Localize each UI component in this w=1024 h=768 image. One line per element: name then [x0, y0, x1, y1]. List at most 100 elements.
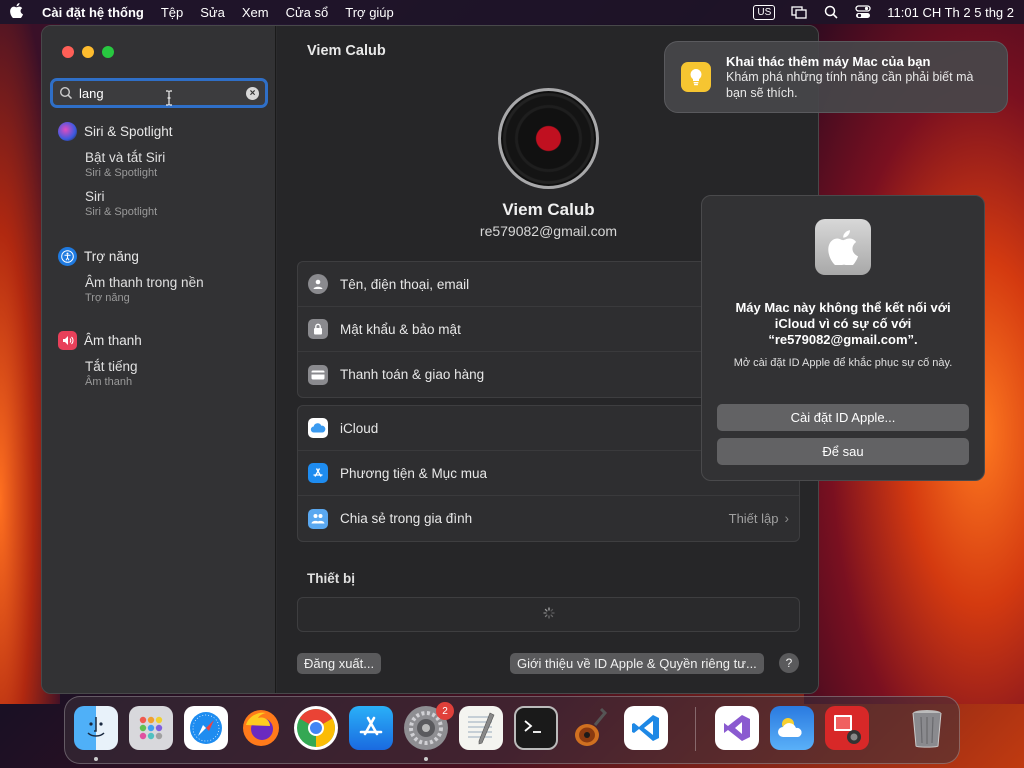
search-input[interactable]: lang — [79, 86, 246, 101]
apple-logo-icon — [815, 219, 871, 275]
later-button[interactable]: Để sau — [717, 438, 969, 465]
visual-studio-icon[interactable] — [715, 706, 759, 750]
sidebar-result-mute[interactable]: Tắt tiếng Âm thanh — [85, 359, 142, 388]
running-indicator — [94, 757, 98, 761]
speaker-icon — [58, 331, 77, 350]
notification-banner[interactable]: Khai thác thêm máy Mac của bạn Khám phá … — [664, 41, 1008, 113]
dock-separator — [695, 707, 696, 751]
menu-view[interactable]: Xem — [242, 5, 269, 20]
lock-icon — [308, 319, 328, 339]
dock: 2 — [64, 696, 960, 764]
notification-body: Khám phá những tính năng cần phải biết m… — [726, 70, 974, 100]
text-cursor-icon — [166, 90, 172, 106]
sidebar-item-accessibility[interactable]: Trợ năng — [58, 247, 204, 266]
terminal-icon[interactable] — [514, 706, 558, 750]
clear-search-icon[interactable]: × — [246, 86, 259, 100]
result-subtitle: Siri & Spotlight — [85, 167, 158, 179]
minimize-window-button[interactable] — [82, 46, 94, 58]
running-indicator — [424, 757, 428, 761]
finder-icon[interactable] — [74, 706, 118, 750]
menu-window[interactable]: Cửa sổ — [286, 5, 329, 20]
siri-icon — [58, 122, 77, 141]
chrome-icon[interactable] — [294, 706, 338, 750]
sidebar-result-siri-toggle[interactable]: Bật và tắt Siri Siri & Spotlight — [85, 150, 173, 179]
icloud-icon — [308, 418, 328, 438]
result-subtitle: Siri & Spotlight — [85, 206, 158, 218]
input-source-indicator[interactable]: US — [753, 4, 776, 20]
devices-list — [297, 597, 800, 632]
sidebar-group-accessibility: Trợ năng Âm thanh trong nền Trợ năng — [58, 247, 204, 304]
row-label: iCloud — [340, 420, 379, 436]
avatar[interactable] — [498, 88, 599, 189]
menu-bar: Cài đặt hệ thống Tệp Sửa Xem Cửa sổ Trợ … — [0, 0, 1024, 24]
photo-booth-icon[interactable] — [825, 706, 869, 750]
result-subtitle: Trợ năng — [85, 292, 130, 304]
setup-link[interactable]: Thiết lập — [729, 511, 779, 526]
close-window-button[interactable] — [62, 46, 74, 58]
sidebar-item-sound[interactable]: Âm thanh — [58, 331, 142, 350]
launchpad-icon[interactable] — [129, 706, 173, 750]
notification-badge: 2 — [436, 702, 454, 720]
control-center-icon[interactable] — [855, 5, 871, 19]
row-label: Chia sẻ trong gia đình — [340, 511, 473, 526]
apple-menu-icon[interactable] — [10, 2, 24, 22]
sidebar-group-siri: Siri & Spotlight Bật và tắt Siri Siri & … — [58, 122, 173, 218]
devices-heading: Thiết bị — [307, 571, 355, 586]
result-subtitle: Âm thanh — [85, 376, 133, 388]
screen-mirroring-icon[interactable] — [791, 5, 807, 19]
app-store-icon — [308, 463, 328, 483]
safari-icon[interactable] — [184, 706, 228, 750]
textedit-icon[interactable] — [459, 706, 503, 750]
search-field[interactable]: lang × — [50, 78, 268, 108]
about-apple-id-privacy-button[interactable]: Giới thiệu về ID Apple & Quyền riêng tư.… — [510, 653, 764, 674]
garageband-icon[interactable] — [569, 706, 613, 750]
vscode-icon[interactable] — [624, 706, 668, 750]
weather-icon[interactable] — [770, 706, 814, 750]
menu-edit[interactable]: Sửa — [200, 5, 225, 20]
menu-help[interactable]: Trợ giúp — [345, 5, 394, 20]
sign-out-button[interactable]: Đăng xuất... — [297, 653, 382, 674]
trash-icon[interactable] — [905, 706, 949, 750]
lightbulb-icon — [681, 62, 711, 92]
row-label: Tên, điện thoại, email — [340, 276, 470, 292]
row-label: Phương tiện & Mục mua — [340, 465, 487, 481]
sidebar-item-label: Âm thanh — [84, 333, 142, 348]
sidebar-result-siri[interactable]: Siri Siri & Spotlight — [85, 189, 173, 218]
accessibility-icon — [58, 247, 77, 266]
page-title: Viem Calub — [307, 43, 386, 59]
alert-title: Máy Mac này không thể kết nối với iCloud… — [735, 300, 951, 347]
result-title: Siri — [85, 189, 105, 204]
app-store-icon[interactable] — [349, 706, 393, 750]
chevron-right-icon: › — [784, 511, 790, 526]
row-family-sharing[interactable]: Chia sẻ trong gia đình Thiết lập › — [298, 496, 799, 541]
sidebar-item-label: Trợ năng — [84, 249, 139, 264]
family-sharing-icon — [308, 508, 328, 529]
zoom-window-button[interactable] — [102, 46, 114, 58]
sidebar-item-label: Siri & Spotlight — [84, 124, 173, 139]
result-title: Tắt tiếng — [85, 359, 138, 374]
menu-file[interactable]: Tệp — [161, 5, 183, 20]
system-settings-icon[interactable]: 2 — [404, 702, 454, 750]
search-icon — [59, 86, 73, 100]
person-icon — [308, 274, 328, 294]
row-label: Thanh toán & giao hàng — [340, 367, 485, 382]
sidebar-result-background-sounds[interactable]: Âm thanh trong nền Trợ năng — [85, 275, 204, 304]
help-button[interactable]: ? — [779, 653, 799, 673]
firefox-icon[interactable] — [239, 706, 283, 750]
loading-spinner-icon — [542, 607, 555, 622]
alert-message: Mở cài đặt ID Apple để khắc phục sự cố n… — [733, 357, 953, 369]
row-label: Mật khẩu & bảo mật — [340, 321, 461, 337]
menu-app-name[interactable]: Cài đặt hệ thống — [42, 5, 144, 20]
sidebar: lang × Siri & Spotlight Bật và tắt Siri … — [42, 26, 276, 693]
apple-id-settings-button[interactable]: Cài đặt ID Apple... — [717, 404, 969, 431]
sidebar-item-siri-spotlight[interactable]: Siri & Spotlight — [58, 122, 173, 141]
icloud-alert-dialog: Máy Mac này không thể kết nối với iCloud… — [701, 195, 985, 481]
result-title: Bật và tắt Siri — [85, 150, 166, 165]
result-title: Âm thanh trong nền — [85, 275, 204, 290]
spotlight-search-icon[interactable] — [823, 5, 839, 19]
notification-title: Khai thác thêm máy Mac của bạn — [726, 54, 931, 69]
credit-card-icon — [308, 364, 328, 385]
sidebar-group-sound: Âm thanh Tắt tiếng Âm thanh — [58, 331, 142, 388]
window-controls — [62, 46, 114, 58]
menu-clock[interactable]: 11:01 CH Th 2 5 thg 2 — [887, 5, 1014, 20]
